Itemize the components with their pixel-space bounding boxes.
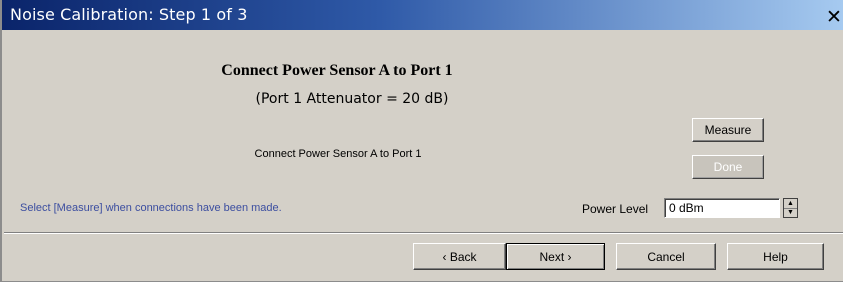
close-icon[interactable]: ✕ (825, 8, 843, 27)
cancel-button[interactable]: Cancel (616, 243, 716, 270)
power-level-label: Power Level (582, 202, 649, 216)
measure-button[interactable]: Measure (692, 118, 764, 142)
next-button[interactable]: Next › (506, 243, 605, 270)
spin-down-icon[interactable]: ▼ (784, 208, 797, 217)
attenuator-note: (Port 1 Attenuator = 20 dB) (255, 91, 449, 107)
instruction-text: Connect Power Sensor A to Port 1 (254, 148, 422, 160)
step-heading: Connect Power Sensor A to Port 1 (221, 62, 453, 79)
noise-calibration-dialog: Noise Calibration: Step 1 of 3 ✕ Connect… (0, 0, 843, 282)
power-level-input[interactable] (664, 198, 780, 218)
help-button[interactable]: Help (727, 243, 824, 270)
window-title: Noise Calibration: Step 1 of 3 (10, 5, 248, 24)
power-level-spinner[interactable]: ▲ ▼ (783, 198, 798, 218)
title-bar[interactable]: Noise Calibration: Step 1 of 3 ✕ (2, 0, 843, 30)
status-message: Select [Measure] when connections have b… (20, 202, 282, 214)
footer-separator (4, 232, 843, 234)
back-button[interactable]: ‹ Back (413, 243, 506, 270)
done-button[interactable]: Done (692, 155, 764, 179)
